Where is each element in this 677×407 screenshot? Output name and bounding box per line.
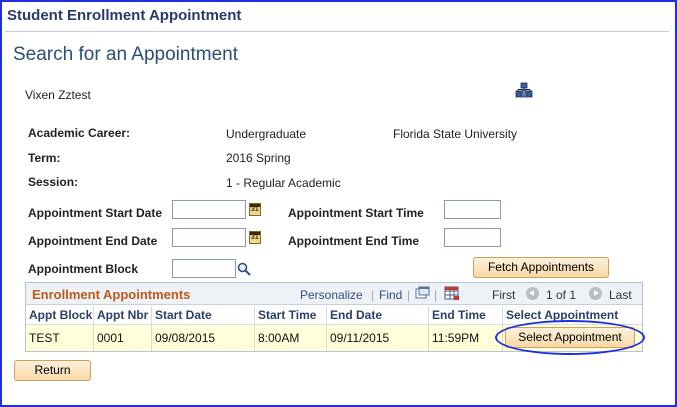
column-header-appt-nbr[interactable]: Appt Nbr <box>94 306 152 324</box>
term-value: 2016 Spring <box>226 151 291 165</box>
grid-header: Enrollment Appointments Personalize | Fi… <box>26 283 642 305</box>
last-label: Last <box>609 288 632 302</box>
end-time-input[interactable] <box>444 228 501 247</box>
calendar-icon[interactable] <box>249 231 261 244</box>
career-label: Academic Career: <box>28 126 131 140</box>
next-arrow-icon[interactable] <box>589 287 602 300</box>
separator: | <box>434 288 438 302</box>
career-value: Undergraduate <box>226 127 307 141</box>
block-input[interactable] <box>172 259 236 278</box>
page-title: Search for an Appointment <box>13 44 238 65</box>
page-range: 1 of 1 <box>546 288 577 302</box>
cell-start-date: 09/08/2015 <box>152 325 255 351</box>
block-label: Appointment Block <box>28 262 138 276</box>
end-time-label: Appointment End Time <box>288 234 420 248</box>
cell-appt-nbr: 0001 <box>94 325 152 351</box>
column-header-end-date[interactable]: End Date <box>327 306 429 324</box>
return-button[interactable]: Return <box>14 360 91 381</box>
end-date-input[interactable] <box>172 228 246 247</box>
term-label: Term: <box>28 151 61 165</box>
column-header-start-date[interactable]: Start Date <box>152 306 255 324</box>
magnifier-lookup-icon[interactable] <box>237 262 251 279</box>
first-label: First <box>492 288 516 302</box>
separator: | <box>407 288 411 302</box>
app-title: Student Enrollment Appointment <box>7 7 242 24</box>
cell-end-time: 11:59PM <box>429 325 503 351</box>
org-chart-icon[interactable] <box>515 82 533 101</box>
column-header-appt-block[interactable]: Appt Block <box>26 306 94 324</box>
cell-end-date: 09/11/2015 <box>327 325 429 351</box>
student-name: Vixen Zztest <box>25 88 91 102</box>
new-window-icon[interactable] <box>415 286 430 303</box>
find-link[interactable]: Find <box>379 288 402 302</box>
start-time-input[interactable] <box>444 200 501 219</box>
title-divider <box>5 31 669 32</box>
cell-appt-block: TEST <box>26 325 94 351</box>
column-header-start-time[interactable]: Start Time <box>255 306 327 324</box>
cell-start-time: 8:00AM <box>255 325 327 351</box>
end-date-label: Appointment End Date <box>28 234 158 248</box>
separator: | <box>371 288 375 302</box>
session-label: Session: <box>28 175 79 189</box>
fetch-appointments-button[interactable]: Fetch Appointments <box>473 257 609 278</box>
column-header-end-time[interactable]: End Time <box>429 306 503 324</box>
highlight-annotation <box>495 320 645 355</box>
session-value: 1 - Regular Academic <box>226 176 341 190</box>
previous-arrow-icon[interactable] <box>526 287 539 300</box>
personalize-link[interactable]: Personalize <box>300 288 363 302</box>
start-date-label: Appointment Start Date <box>28 206 163 220</box>
calendar-icon[interactable] <box>249 203 261 216</box>
spreadsheet-download-icon[interactable] <box>444 286 460 304</box>
grid-title: Enrollment Appointments <box>32 287 191 302</box>
institution-value: Florida State University <box>393 127 518 141</box>
start-time-label: Appointment Start Time <box>288 206 424 220</box>
start-date-input[interactable] <box>172 200 246 219</box>
